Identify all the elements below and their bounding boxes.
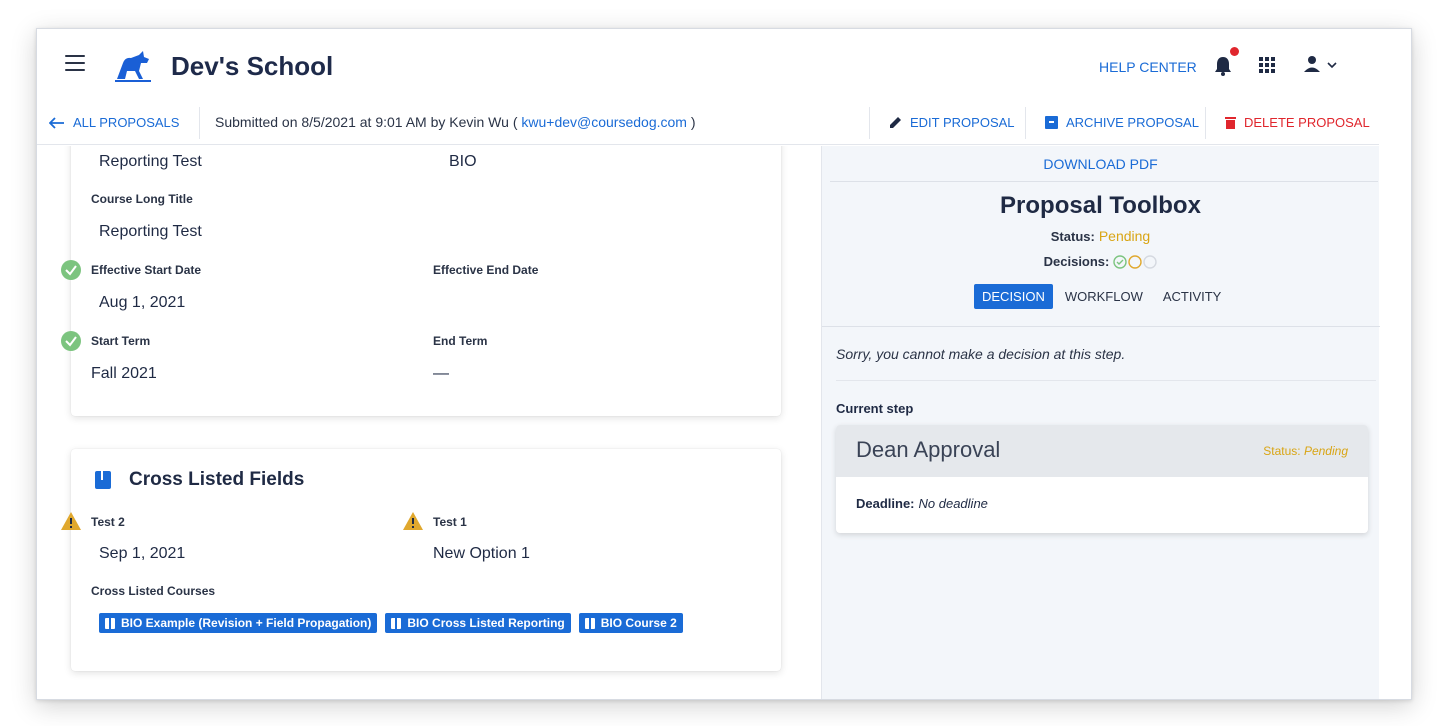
toolbox-tabs: DECISION WORKFLOW ACTIVITY [974,284,1233,309]
proposal-action-bar: ALL PROPOSALS Submitted on 8/5/2021 at 9… [37,101,1379,145]
decision-indicators [1113,254,1158,269]
proposal-status: Status: Pending [822,228,1379,244]
current-step-label: Current step [836,401,914,416]
top-header: Dev's School HELP CENTER [37,29,1411,101]
empty-circle-icon [1143,254,1158,269]
current-step-card: Dean Approval Status: Pending Deadline: N… [836,425,1368,533]
end-term-value: — [433,365,449,382]
step-status: Status: Pending [1263,444,1348,458]
dog-logo-icon [115,51,151,82]
effective-start-date-label: Effective Start Date [91,263,202,277]
divider [830,181,1378,182]
test1-value: New Option 1 [433,545,530,562]
submitted-info: Submitted on 8/5/2021 at 9:01 AM by Kevi… [215,114,696,130]
submitter-email-link[interactable]: kwu+dev@coursedog.com [517,114,690,130]
tab-workflow[interactable]: WORKFLOW [1057,284,1151,309]
pencil-icon [890,117,901,128]
divider [1025,107,1026,139]
book-icon [391,617,402,629]
long-title-label: Course Long Title [91,192,193,206]
step-status-label: Status: [1263,444,1301,458]
decisions-label: Decisions: [1043,254,1110,269]
app-window: Dev's School HELP CENTER ALL PROPOSALS S [36,28,1412,700]
warning-icon [403,512,423,530]
notification-badge [1230,47,1239,56]
divider [1205,107,1206,139]
proposal-toolbox-panel: DOWNLOAD PDF Proposal Toolbox Status: Pen… [821,146,1380,699]
notification-bell-icon[interactable] [1212,55,1234,77]
long-title-value: Reporting Test [99,223,202,240]
cross-listed-title: Cross Listed Fields [129,469,305,490]
course-chip[interactable]: BIO Example (Revision + Field Propagatio… [99,613,378,633]
proposal-content: Reporting Test BIO Course Long Title Rep… [37,146,821,699]
status-label: Status: [1050,229,1095,244]
apps-grid-icon[interactable] [1259,57,1275,73]
effective-start-date-value: Aug 1, 2021 [99,294,186,311]
course-title-value: Reporting Test [99,153,202,170]
step-status-value: Pending [1303,444,1348,458]
divider [199,107,200,139]
edit-proposal-label: EDIT PROPOSAL [910,115,1015,130]
step-name: Dean Approval [856,437,1001,462]
subject-value: BIO [449,153,477,170]
step-deadline: Deadline: No deadline [856,496,988,511]
pending-circle-icon [1128,254,1143,269]
delete-proposal-button[interactable]: DELETE PROPOSAL [1225,115,1370,130]
cross-listed-card: Cross Listed Fields Test 2 Test 1 Sep 1,… [61,449,781,671]
course-chip-label: BIO Course 2 [600,616,677,630]
book-icon [584,617,595,629]
arrow-left-icon [49,116,64,129]
tab-activity[interactable]: ACTIVITY [1155,284,1230,309]
approved-check-icon [1113,254,1128,269]
divider [836,380,1376,381]
book-icon [105,617,115,629]
test2-label: Test 2 [91,515,125,529]
decision-message: Sorry, you cannot make a decision at thi… [836,346,1126,362]
start-term-value: Fall 2021 [91,365,157,382]
submitted-text: Submitted on 8/5/2021 at 9:01 AM by Kevi… [215,114,518,130]
submitted-close: ) [690,114,696,130]
start-term-label: Start Term [91,334,151,348]
all-proposals-link[interactable]: ALL PROPOSALS [49,115,179,130]
edit-proposal-button[interactable]: EDIT PROPOSAL [889,115,1015,130]
help-center-link[interactable]: HELP CENTER [1099,59,1197,75]
hamburger-menu-icon[interactable] [65,55,85,71]
test2-value: Sep 1, 2021 [99,545,186,562]
warning-icon [61,512,81,530]
deadline-value: No deadline [918,496,988,511]
course-info-card: Reporting Test BIO Course Long Title Rep… [61,146,781,416]
end-term-label: End Term [433,334,488,348]
archive-icon [1045,116,1058,129]
divider [869,107,870,139]
course-chip[interactable]: BIO Course 2 [578,613,683,633]
toolbox-title: Proposal Toolbox [1000,192,1201,219]
divider [822,326,1380,327]
all-proposals-label: ALL PROPOSALS [73,115,180,130]
course-chip-label: BIO Cross Listed Reporting [407,616,565,630]
tab-decision[interactable]: DECISION [974,284,1053,309]
cross-listed-courses-label: Cross Listed Courses [91,584,216,598]
deadline-label: Deadline: [856,496,915,511]
status-value: Pending [1098,228,1151,244]
step-header: Dean Approval Status: Pending [836,425,1368,477]
cross-listed-courses: BIO Example (Revision + Field Propagatio… [99,613,683,633]
archive-proposal-button[interactable]: ARCHIVE PROPOSAL [1045,115,1199,130]
course-chip-label: BIO Example (Revision + Field Propagatio… [121,616,372,630]
book-icon [95,471,111,489]
check-circle-icon [61,331,81,351]
effective-end-date-label: Effective End Date [433,263,539,277]
decisions-summary: Decisions: [822,254,1379,269]
archive-proposal-label: ARCHIVE PROPOSAL [1066,115,1199,130]
test1-label: Test 1 [433,515,467,529]
trash-icon [1225,117,1236,129]
delete-proposal-label: DELETE PROPOSAL [1244,115,1370,130]
download-pdf-link[interactable]: DOWNLOAD PDF [822,156,1379,172]
school-name: Dev's School [171,51,334,81]
user-account-icon[interactable] [1303,55,1343,75]
check-circle-icon [61,260,81,280]
course-chip[interactable]: BIO Cross Listed Reporting [385,613,571,633]
